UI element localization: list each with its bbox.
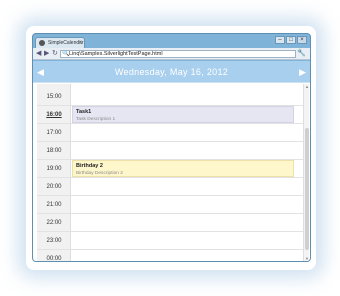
empty-time-slot[interactable] (72, 124, 294, 141)
time-label: 21:00 (46, 202, 62, 208)
empty-time-slot[interactable] (72, 214, 294, 231)
time-label: 19:00 (46, 166, 62, 172)
close-button[interactable]: × (297, 36, 307, 44)
date-title: Wednesday, May 16, 2012 (114, 67, 229, 77)
next-day-icon[interactable]: ▶ (299, 65, 306, 79)
time-label: 00:00 (46, 256, 62, 261)
event-title: Task1 (76, 109, 92, 115)
scroll-up-icon[interactable]: ▲ (304, 84, 310, 89)
reload-icon[interactable]: ↻ (52, 49, 58, 59)
event-birthday[interactable]: Birthday 2 Birthday Description 2 (72, 160, 294, 177)
event-task[interactable]: Task1 Task Description 1 (72, 106, 294, 123)
scroll-down-icon[interactable]: ▼ (304, 256, 310, 261)
vertical-scrollbar[interactable]: ▲ ▼ (303, 84, 309, 261)
empty-time-slot[interactable] (72, 250, 294, 261)
search-icon: 🔍 (62, 51, 70, 57)
address-bar[interactable]: 🔍 Linq\Samples.SilverlightTestPage.html (60, 50, 296, 58)
address-text: Linq\Samples.SilverlightTestPage.html (69, 51, 163, 57)
page-content: Wednesday, May 16, 2012 ◀ ▶ 15:00 16:00 Ta… (33, 61, 310, 261)
time-label: 16:00 (46, 112, 62, 118)
empty-time-slot[interactable] (72, 232, 294, 249)
event-title: Birthday 2 (76, 163, 103, 169)
calendar-header: Wednesday, May 16, 2012 ◀ ▶ (33, 61, 310, 83)
time-label: 17:00 (46, 130, 62, 136)
back-icon[interactable]: ◀ (36, 49, 41, 59)
browser-toolbar: ◀ ▶ ↻ 🔍 Linq\Samples.SilverlightTestPage… (33, 48, 310, 60)
forward-icon[interactable]: ▶ (44, 49, 49, 59)
empty-time-slot[interactable] (72, 142, 294, 159)
previous-day-icon[interactable]: ◀ (37, 65, 44, 79)
scroll-thumb[interactable] (305, 128, 309, 250)
browser-tab[interactable]: SimpleCalendar × (35, 37, 85, 48)
empty-time-slot[interactable] (72, 196, 294, 213)
day-schedule: 15:00 16:00 Task1 Task Description 1 17:00 18… (37, 84, 303, 261)
maximize-button[interactable]: □ (286, 36, 296, 44)
time-label: 20:00 (46, 184, 62, 190)
tab-close-icon[interactable]: × (78, 38, 82, 48)
event-description: Task Description 1 (76, 117, 116, 122)
time-label: 22:00 (46, 220, 62, 226)
event-description: Birthday Description 2 (76, 171, 123, 176)
wrench-icon[interactable]: 🔧 (297, 49, 306, 59)
browser-window: SimpleCalendar × – □ × ◀ ▶ ↻ 🔍 Linq\Samp… (32, 33, 311, 262)
empty-time-slot[interactable] (72, 88, 294, 105)
empty-time-slot[interactable] (72, 178, 294, 195)
minimize-button[interactable]: – (275, 36, 285, 44)
window-controls: – □ × (275, 36, 307, 44)
time-label: 15:00 (46, 94, 62, 100)
time-label: 18:00 (46, 148, 62, 154)
title-bar: SimpleCalendar × – □ × (33, 34, 310, 48)
favicon-icon (39, 40, 45, 46)
time-label: 23:00 (46, 238, 62, 244)
